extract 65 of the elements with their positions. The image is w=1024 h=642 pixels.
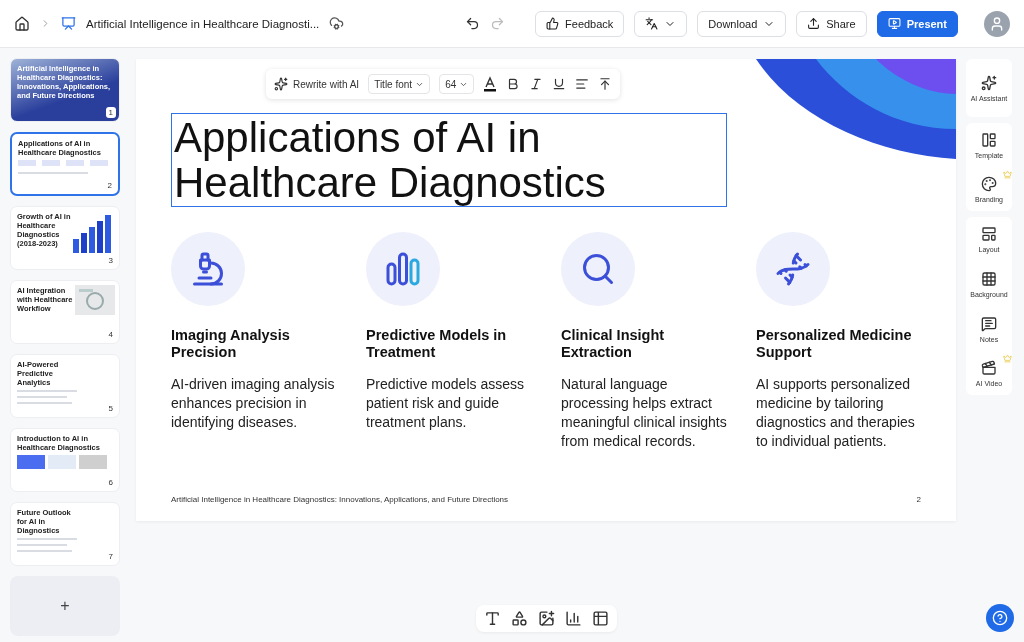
bar-chart-thumbnail	[73, 213, 113, 253]
avatar[interactable]	[984, 10, 1010, 37]
layout-icon	[981, 225, 997, 242]
card-heading: Imaging Analysis Precision	[171, 327, 291, 361]
notes-icon	[981, 315, 997, 332]
card-text: Predictive models assess patient risk and guide treatment plans.	[366, 375, 525, 432]
underline-icon[interactable]	[552, 77, 567, 91]
slide-number: 2	[104, 180, 115, 191]
insert-chart-icon[interactable]	[564, 610, 582, 627]
dna-icon	[775, 251, 811, 287]
share-icon	[807, 17, 821, 30]
slide-number: 6	[105, 477, 116, 488]
slide-number: 3	[105, 255, 116, 266]
card-text: AI-driven imaging analysis enhances precision in identifying diseases.	[171, 375, 336, 432]
sparkle-icon	[274, 77, 288, 91]
translate-button[interactable]	[634, 10, 688, 37]
insert-shapes-icon[interactable]	[510, 610, 528, 627]
slide-number: 7	[105, 551, 116, 562]
search-icon	[580, 251, 616, 287]
share-button[interactable]: Share	[796, 10, 867, 37]
slide-footer: Artificial Intelligence in Healthcare Diagnostics: Innovations, Applications, and Future Directions	[171, 495, 509, 504]
branding-icon	[981, 175, 997, 192]
insert-image-icon[interactable]	[537, 610, 555, 627]
italic-icon[interactable]	[529, 77, 544, 91]
slide-number: 4	[105, 329, 116, 340]
add-slide-button[interactable]: +	[10, 576, 120, 636]
slide-number: 1	[105, 107, 116, 118]
slide-preview-drawing	[17, 390, 77, 404]
card-text: AI supports personalized medicine by tailoring diagnostics and therapies to individual patients.	[756, 375, 916, 451]
rewrite-ai-button[interactable]: Rewrite with AI	[274, 77, 360, 91]
undo-icon[interactable]	[465, 16, 481, 31]
align-icon[interactable]	[575, 77, 590, 91]
card-heading: Predictive Models in Treatment	[366, 327, 508, 361]
template-icon	[981, 131, 997, 148]
align-top-icon[interactable]	[598, 77, 613, 91]
help-button[interactable]	[986, 604, 1014, 632]
text-color-icon[interactable]	[483, 76, 498, 92]
present-button[interactable]: Present	[876, 10, 958, 37]
document-title[interactable]: Artificial Intelligence in Healthcare Diagnosti...	[86, 17, 320, 30]
video-icon	[981, 359, 997, 376]
present-icon	[887, 17, 901, 30]
presentation-icon	[61, 16, 76, 31]
background-icon	[981, 270, 997, 287]
card-text: Natural language processing helps extract meaningful clinical insights from medical records.	[561, 375, 728, 451]
feedback-icon	[546, 17, 560, 30]
slide-number: 5	[105, 403, 116, 414]
slide-title[interactable]: Applications of AI in Healthcare Diagnostics	[171, 113, 727, 207]
home-icon[interactable]	[14, 15, 30, 32]
card-heading: Clinical Insight Extraction	[561, 327, 666, 361]
bar-chart-icon	[384, 250, 422, 288]
download-button[interactable]: Download	[697, 10, 787, 37]
font-select[interactable]: Title font	[368, 74, 431, 94]
insert-table-icon[interactable]	[591, 610, 609, 627]
translate-icon	[645, 17, 659, 30]
feedback-button[interactable]: Feedback	[535, 10, 625, 37]
page-number: 2	[916, 495, 921, 504]
card-heading: Personalized Medicine Support	[756, 327, 913, 361]
assistant-icon	[981, 74, 997, 91]
cloud-icon[interactable]	[329, 16, 345, 31]
microscope-icon	[190, 251, 226, 287]
font-size-select[interactable]: 64	[439, 74, 475, 94]
slide-preview-drawing	[17, 538, 77, 552]
insert-text-icon[interactable]	[483, 610, 501, 627]
bold-icon[interactable]	[506, 77, 521, 91]
help-icon	[992, 610, 1008, 626]
